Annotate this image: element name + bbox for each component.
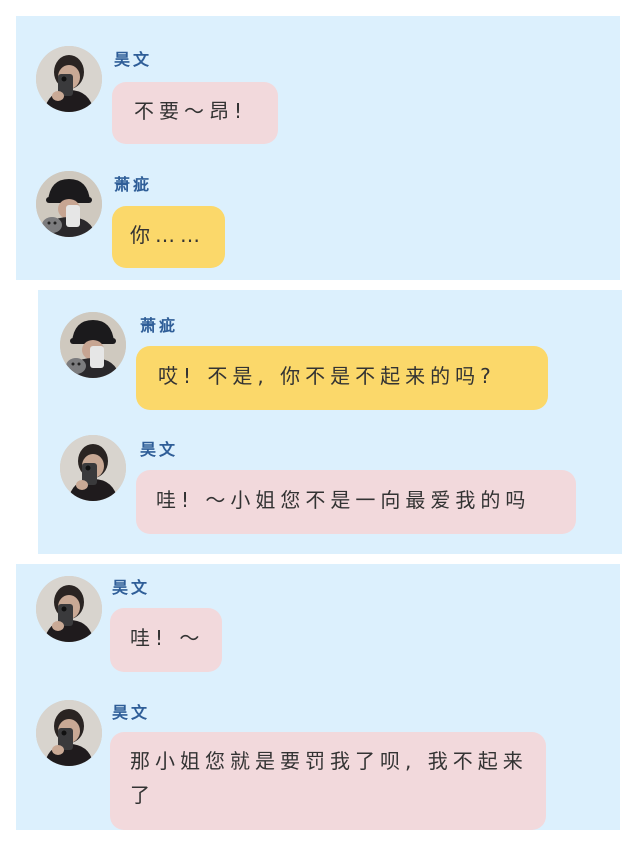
avatar-haowen[interactable] [36, 576, 102, 642]
message-bubble: 哎! 不是, 你不是不起来的吗? [136, 346, 548, 410]
avatar-haowen[interactable] [36, 46, 102, 112]
sender-name: 昊文 [140, 440, 179, 459]
message-bubble: 你…… [112, 206, 225, 268]
person-photo-icon [36, 576, 102, 642]
person-photo-icon [60, 435, 126, 501]
message-text: 哇! ～ [130, 626, 205, 650]
avatar-xiaoci[interactable] [60, 312, 126, 378]
sender-name: 昊文 [112, 578, 151, 597]
sender-name: 萧疵 [114, 175, 153, 194]
message-bubble: 那小姐您就是要罚我了呗, 我不起来了 [110, 732, 546, 830]
message-text: 哎! 不是, 你不是不起来的吗? [158, 364, 496, 388]
message-bubble: 不要～昂! [112, 82, 278, 144]
chat-panel-3: 昊文 哇! ～ 昊文 那小姐您就是要罚我了呗, 我不起来了 [16, 564, 620, 830]
avatar-haowen[interactable] [36, 700, 102, 766]
message-text: 不要～昂! [134, 99, 248, 123]
avatar-xiaoci[interactable] [36, 171, 102, 237]
avatar-haowen[interactable] [60, 435, 126, 501]
sender-name: 昊文 [114, 50, 153, 69]
person-photo-icon [36, 700, 102, 766]
person-with-cat-icon [60, 312, 126, 378]
sender-name: 萧疵 [140, 316, 179, 335]
message-text: 那小姐您就是要罚我了呗, 我不起来了 [130, 749, 528, 807]
message-text: 你…… [130, 223, 205, 247]
chat-panel-1: 昊文 不要～昂! 萧疵 你…… [16, 16, 620, 280]
message-bubble: 哇! ～ [110, 608, 222, 672]
message-bubble: 哇! ～小姐您不是一向最爱我的吗 [136, 470, 576, 534]
sender-name: 昊文 [112, 703, 151, 722]
person-with-cat-icon [36, 171, 102, 237]
chat-panel-2: 萧疵 哎! 不是, 你不是不起来的吗? 昊文 哇! ～小姐您不是一向最爱我的吗 [38, 290, 622, 554]
person-photo-icon [36, 46, 102, 112]
message-text: 哇! ～小姐您不是一向最爱我的吗 [156, 488, 531, 512]
